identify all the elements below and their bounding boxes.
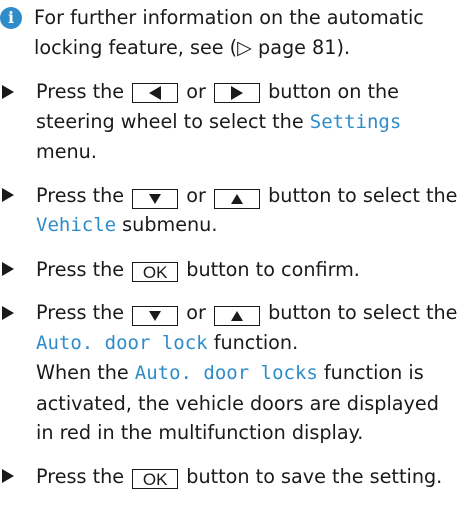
- left-arrow-key-icon: [132, 83, 179, 103]
- ok-key: OK: [132, 469, 179, 489]
- step-text: button to select the: [262, 183, 458, 207]
- display-text-settings: Settings: [309, 110, 402, 133]
- display-text-auto-door-lock: Auto. door lock: [36, 331, 208, 354]
- step-confirm: Press the OK button to confirm.: [0, 255, 462, 285]
- down-arrow-key-icon: [132, 306, 179, 326]
- info-text: For further information on the automatic…: [34, 6, 424, 59]
- bullet-arrow-icon: [2, 255, 24, 284]
- up-arrow-key-icon: [214, 188, 261, 209]
- instruction-section: i For further information on the automat…: [0, 3, 462, 505]
- info-note: i For further information on the automat…: [0, 3, 462, 62]
- step-text: Press the: [36, 301, 131, 324]
- step-text: button to confirm.: [180, 257, 360, 281]
- right-arrow-key-icon: [214, 83, 261, 103]
- display-text-vehicle: Vehicle: [36, 214, 117, 236]
- step-text: button to select the: [262, 301, 458, 324]
- bullet-arrow-icon: [2, 462, 24, 491]
- step-text: or: [180, 183, 213, 207]
- step-select-auto-door-lock: Press the or button to select the Auto. …: [0, 298, 462, 448]
- info-icon: i: [0, 7, 22, 29]
- step-text: function.: [207, 330, 299, 354]
- ok-key: OK: [132, 262, 179, 282]
- step-text: Press the: [36, 183, 131, 207]
- step-select-settings-menu: Press the or button on the steering whee…: [0, 77, 462, 167]
- step-select-vehicle-submenu: Press the or button to select the Vehicl…: [0, 181, 462, 241]
- step-text: submenu.: [116, 213, 218, 236]
- bullet-arrow-icon: [2, 77, 24, 106]
- step-text: menu.: [36, 140, 97, 163]
- step-text: Press the: [36, 257, 131, 281]
- step-text: Press the: [36, 464, 131, 488]
- bullet-arrow-icon: [2, 181, 24, 210]
- display-text-auto-door-locks: Auto. door locks: [134, 362, 318, 384]
- step-text: Press the: [36, 80, 131, 103]
- step-text: or: [180, 80, 213, 103]
- up-arrow-key-icon: [214, 306, 261, 326]
- step-text: button to save the setting.: [180, 464, 443, 488]
- step-text: When the: [36, 361, 135, 384]
- down-arrow-key-icon: [132, 188, 179, 209]
- step-save-setting: Press the OK button to save the setting.: [0, 462, 462, 492]
- step-text: or: [180, 301, 213, 324]
- bullet-arrow-icon: [2, 298, 24, 327]
